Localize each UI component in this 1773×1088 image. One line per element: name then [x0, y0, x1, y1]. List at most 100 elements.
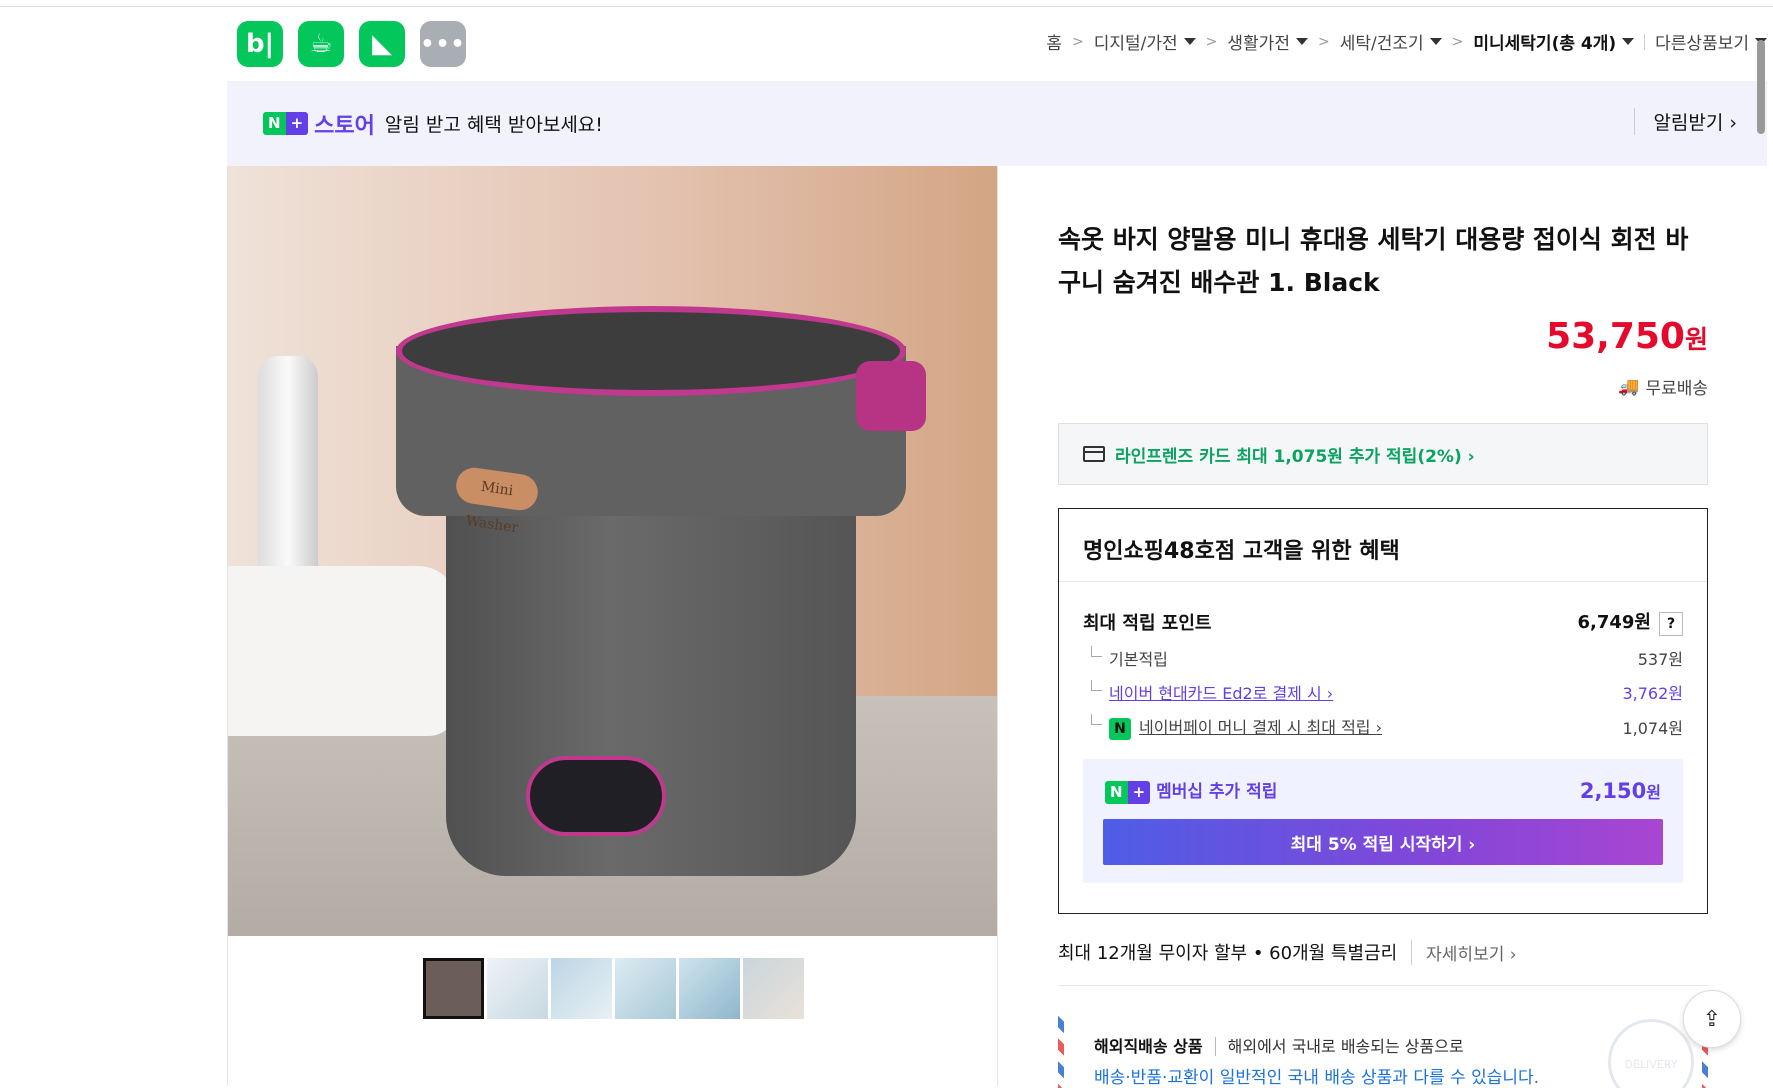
overseas-line-1: 해외직배송 상품 해외에서 국내로 배송되는 상품으로: [1094, 1033, 1464, 1057]
product-page: b| ☕ ◣ ••• 홈 > 디지털/가전 > 생활가전 > 세탁/건조기 > …: [227, 7, 1767, 1088]
price-currency: 원: [1684, 325, 1708, 354]
basic-points-label: 기본적립: [1083, 646, 1168, 670]
thumbnail-strip: [423, 958, 804, 1019]
basic-points-row: 기본적립 537원: [1083, 646, 1683, 670]
more-icon[interactable]: •••: [420, 21, 466, 67]
help-icon[interactable]: ?: [1659, 612, 1683, 636]
washer-rim: [396, 306, 906, 396]
breadcrumb-laundry-label: 세탁/건조기: [1339, 34, 1424, 54]
other-products-label: 다른상품보기: [1655, 34, 1749, 54]
installment-details-link[interactable]: 자세히보기 ›: [1411, 939, 1517, 965]
share-icon[interactable]: ⇪: [1683, 990, 1741, 1048]
breadcrumb-separator: >: [1451, 33, 1464, 50]
caret-down-icon: [1183, 38, 1196, 45]
thumbnail-1[interactable]: [423, 958, 484, 1019]
max-points-value-wrap: 6,749원?: [1578, 608, 1683, 636]
overseas-shipping-notice: DELIVERY 해외직배송 상품 해외에서 국내로 배송되는 상품으로 배송·반…: [1058, 1008, 1708, 1088]
membership-value: 2,150: [1579, 778, 1647, 803]
nplus-badge: N +: [1105, 781, 1151, 804]
blog-icon[interactable]: b|: [237, 21, 283, 67]
breadcrumb-divider: [1644, 33, 1646, 50]
membership-box: N + 멤버십 추가 적립 2,150원 최대 5% 적립 시작하기 ›: [1083, 759, 1683, 883]
card-offer-banner[interactable]: 라인프렌즈 카드 최대 1,075원 추가 적립(2%) ›: [1058, 423, 1708, 485]
basic-points-value: 537원: [1637, 650, 1683, 669]
browser-top-border: [0, 0, 1773, 7]
airmail-stripe-left: [1058, 1015, 1064, 1088]
app-shortcuts: b| ☕ ◣ •••: [237, 21, 466, 67]
npay-row: N 네이버페이 머니 결제 시 최대 적립 › 1,074원: [1083, 714, 1683, 740]
breadcrumb: 홈 > 디지털/가전 > 생활가전 > 세탁/건조기 > 미니세탁기(총 4개)…: [1046, 29, 1767, 54]
thumbnail-3[interactable]: [551, 958, 612, 1019]
airmail-stripe-top: [1058, 1008, 1708, 1015]
cafe-icon[interactable]: ☕: [298, 21, 344, 67]
thumbnail-5[interactable]: [679, 958, 740, 1019]
plus-badge-letter: +: [1127, 781, 1151, 804]
plus-badge-letter: +: [285, 112, 309, 135]
caret-down-icon: [1429, 38, 1442, 45]
breadcrumb-living[interactable]: 생활가전: [1227, 29, 1308, 54]
breadcrumb-separator: >: [1072, 33, 1084, 50]
thumbnail-2[interactable]: [487, 958, 548, 1019]
installment-text: 최대 12개월 무이자 할부 • 60개월 특별금리: [1058, 943, 1398, 964]
washer-label-tag: Mini Washer: [453, 465, 541, 536]
breadcrumb-home[interactable]: 홈: [1046, 29, 1062, 54]
product-main-image[interactable]: Mini Washer: [228, 166, 997, 936]
subscribe-alert-button[interactable]: 알림받기 ›: [1634, 108, 1737, 135]
washer-control-panel: [526, 756, 666, 836]
price-value: 53,750: [1546, 316, 1685, 357]
npay-label-wrap: N 네이버페이 머니 결제 시 최대 적립 ›: [1083, 714, 1382, 740]
nplus-badge: N +: [263, 112, 309, 135]
start-points-button[interactable]: 최대 5% 적립 시작하기 ›: [1103, 819, 1663, 865]
washer-handle: [856, 361, 926, 431]
breadcrumb-separator: >: [1205, 33, 1218, 50]
thumbnail-6[interactable]: [743, 958, 804, 1019]
delivery-stamp-icon: DELIVERY: [1608, 1019, 1694, 1088]
n-badge-letter: N: [1105, 781, 1128, 804]
npay-icon: N: [1109, 717, 1131, 740]
npay-value: 1,074원: [1622, 718, 1683, 738]
column-divider: [997, 166, 998, 1086]
product-price: 53,750원: [1546, 316, 1708, 357]
max-points-label: 최대 적립 포인트: [1083, 613, 1212, 634]
breadcrumb-separator: >: [1317, 33, 1330, 50]
other-products-link[interactable]: 다른상품보기: [1655, 29, 1767, 54]
washer-lower-body: [446, 506, 856, 876]
card-offer-text: 라인프렌즈 카드 최대 1,075원 추가 적립(2%) ›: [1115, 446, 1475, 467]
hyundai-card-row: 네이버 현대카드 Ed2로 결제 시 › 3,762원: [1083, 680, 1683, 704]
breadcrumb-laundry[interactable]: 세탁/건조기: [1340, 29, 1442, 54]
hyundai-card-value: 3,762원: [1622, 684, 1683, 703]
credit-card-icon: [1083, 446, 1105, 462]
customer-benefit-box: 명인쇼핑48호점 고객을 위한 혜택 최대 적립 포인트 6,749원? 기본적…: [1058, 508, 1708, 914]
thumbnail-4[interactable]: [615, 958, 676, 1019]
membership-currency: 원: [1646, 782, 1661, 802]
store-alert-banner: N + 스토어 알림 받고 혜택 받아보세요! 알림받기 ›: [227, 81, 1767, 166]
truck-icon: 🚚: [1618, 376, 1640, 397]
bookmark-icon[interactable]: ◣: [359, 21, 405, 67]
product-title: 속옷 바지 양말용 미니 휴대용 세탁기 대용량 접이식 회전 바구니 숨겨진 …: [1058, 225, 1689, 297]
shipping-info: 🚚 무료배송: [1618, 374, 1708, 400]
hyundai-card-link[interactable]: 네이버 현대카드 Ed2로 결제 시 ›: [1109, 684, 1333, 703]
image-faucet: [258, 356, 318, 596]
scrollbar[interactable]: [1757, 40, 1765, 134]
membership-label: 멤버십 추가 적립: [1156, 782, 1278, 802]
overseas-line-2: 배송·반품·교환이 일반적인 국내 배송 상품과 다를 수 있습니다.: [1094, 1068, 1540, 1088]
caret-down-icon: [1295, 38, 1308, 45]
benefit-header: 명인쇼핑48호점 고객을 위한 혜택: [1059, 509, 1707, 582]
section-divider: [1058, 985, 1708, 986]
breadcrumb-mini-washer[interactable]: 미니세탁기(총 4개): [1473, 29, 1635, 54]
breadcrumb-mini-washer-label: 미니세탁기(총 4개): [1473, 34, 1617, 54]
breadcrumb-digital[interactable]: 디지털/가전: [1094, 29, 1196, 54]
installment-info: 최대 12개월 무이자 할부 • 60개월 특별금리 자세히보기 ›: [1058, 939, 1517, 965]
npay-link[interactable]: 네이버페이 머니 결제 시 최대 적립 ›: [1139, 718, 1382, 737]
n-badge-letter: N: [263, 112, 286, 135]
breadcrumb-digital-label: 디지털/가전: [1093, 34, 1178, 54]
overseas-text-1: 해외에서 국내로 배송되는 상품으로: [1227, 1037, 1464, 1056]
membership-row: N + 멤버십 추가 적립 2,150원: [1083, 759, 1683, 804]
max-points-row: 최대 적립 포인트 6,749원?: [1083, 608, 1683, 636]
store-label: 스토어: [314, 113, 375, 139]
banner-message: 알림 받고 혜택 받아보세요!: [384, 114, 603, 136]
overseas-title: 해외직배송 상품: [1094, 1037, 1216, 1056]
shipping-label: 무료배송: [1645, 379, 1708, 399]
caret-down-icon: [1622, 38, 1635, 45]
membership-label-wrap: N + 멤버십 추가 적립: [1105, 777, 1277, 804]
